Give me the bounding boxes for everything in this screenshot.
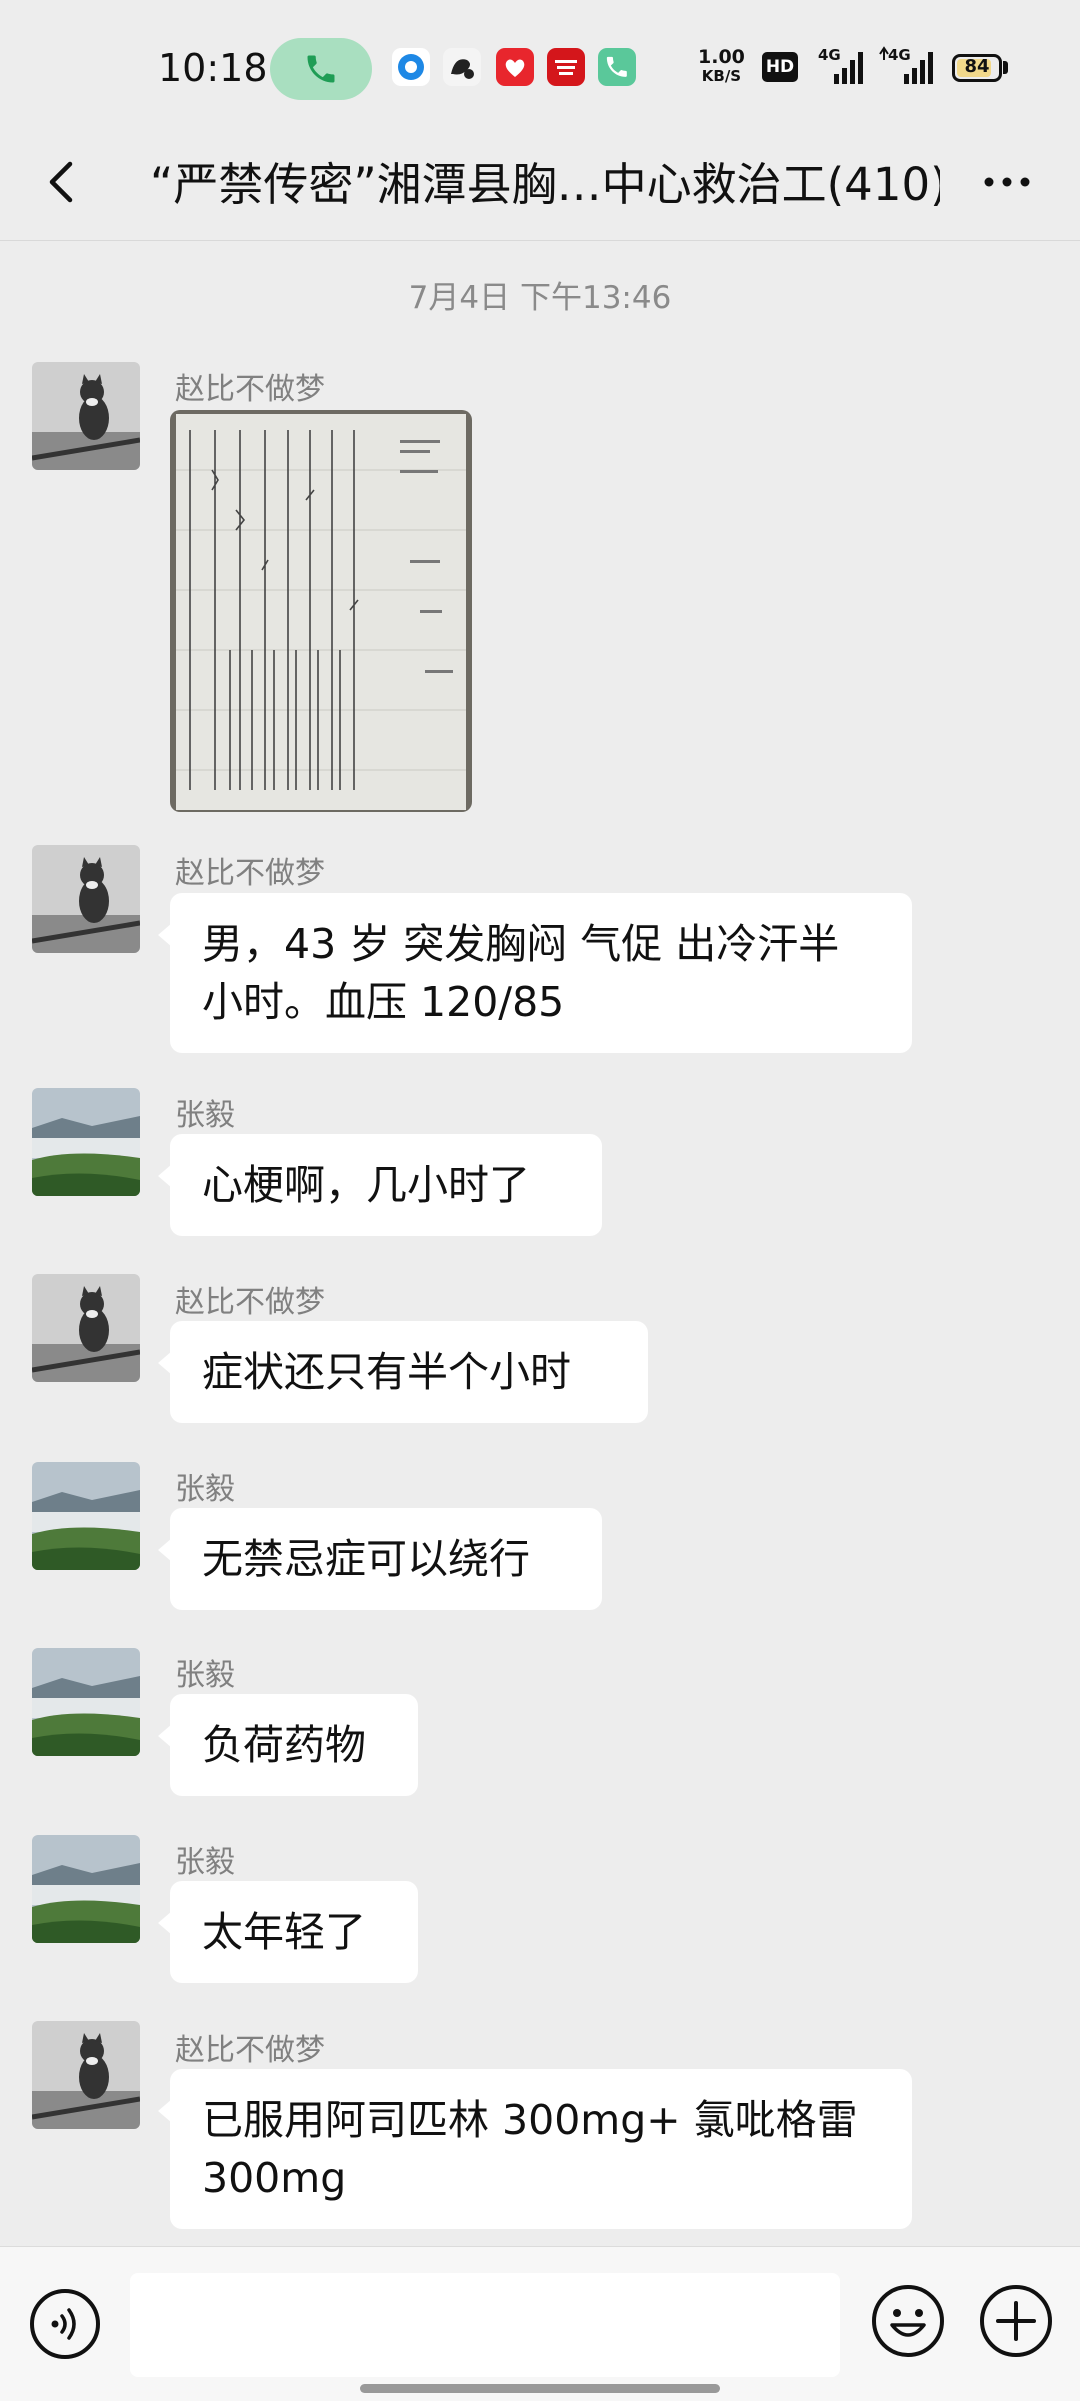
phone-notification-icon <box>598 48 636 86</box>
voice-button[interactable] <box>28 2287 102 2361</box>
sender-name: 赵比不做梦 <box>175 372 325 407</box>
status-time: 10:18 <box>158 46 268 90</box>
status-bar: 10:18 1.00 KB/S HD 4G 4G 84 <box>0 0 1080 130</box>
avatar-cat[interactable] <box>32 2021 140 2129</box>
home-indicator[interactable] <box>360 2384 720 2393</box>
avatar-landscape[interactable] <box>32 1835 140 1943</box>
sender-name: 张毅 <box>175 1658 235 1693</box>
signal-icon-2: 4G <box>878 46 936 86</box>
message-bubble[interactable]: 已服用阿司匹林 300mg+ 氯吡格雷 300mg <box>158 2069 912 2229</box>
message-bubble[interactable]: 负荷药物 <box>158 1694 418 1796</box>
plus-icon <box>980 2285 1052 2357</box>
message-bubble[interactable]: 太年轻了 <box>158 1881 418 1983</box>
app-notification-icon <box>496 48 534 86</box>
sender-name: 赵比不做梦 <box>175 856 325 891</box>
phone-icon <box>307 55 335 83</box>
chat-title: “严禁传密”湘潭县胸…中心救治工(410) <box>150 158 940 211</box>
avatar-landscape[interactable] <box>32 1088 140 1196</box>
uc-browser-icon <box>443 48 481 86</box>
network-speed: 1.00 KB/S <box>698 46 745 86</box>
message-timestamp: 7月4日 下午13:46 <box>408 280 672 316</box>
back-button[interactable] <box>30 150 94 214</box>
sender-name: 张毅 <box>175 1472 235 1507</box>
battery-indicator: 84 <box>952 54 1002 82</box>
hd-voice-badge: HD <box>762 52 798 82</box>
avatar-landscape[interactable] <box>32 1462 140 1570</box>
battery-cap <box>1003 61 1008 74</box>
message-bubble[interactable]: 症状还只有半个小时 <box>158 1321 648 1423</box>
message-bubble[interactable]: 心梗啊，几小时了 <box>158 1134 602 1236</box>
avatar-cat[interactable] <box>32 1274 140 1382</box>
more-functions-button[interactable] <box>978 2283 1054 2359</box>
avatar-cat[interactable] <box>32 362 140 470</box>
message-bubble[interactable]: 无禁忌症可以绕行 <box>158 1508 602 1610</box>
message-input[interactable] <box>130 2273 840 2377</box>
study-app-icon <box>547 48 585 86</box>
back-arrow-icon <box>49 161 73 203</box>
voice-icon <box>30 2289 100 2359</box>
chat-header: “严禁传密”湘潭县胸…中心救治工(410) <box>0 130 1080 241</box>
more-icon <box>984 177 1030 187</box>
ecg-photo[interactable] <box>170 410 472 812</box>
message-bubble[interactable]: 男，43 岁 突发胸闷 气促 出冷汗半小时。血压 120/85 <box>158 893 912 1053</box>
more-button[interactable] <box>972 150 1042 214</box>
browser-notification-icon <box>392 48 430 86</box>
avatar-cat[interactable] <box>32 845 140 953</box>
ongoing-call-pill[interactable] <box>270 38 372 100</box>
emoji-button[interactable] <box>870 2283 946 2359</box>
signal-icon-1: 4G <box>818 46 866 86</box>
sender-name: 张毅 <box>175 1845 235 1880</box>
emoji-icon <box>872 2285 944 2357</box>
sender-name: 赵比不做梦 <box>175 1285 325 1320</box>
sender-name: 赵比不做梦 <box>175 2033 325 2068</box>
sender-name: 张毅 <box>175 1098 235 1133</box>
input-bar <box>0 2246 1080 2401</box>
avatar-landscape[interactable] <box>32 1648 140 1756</box>
